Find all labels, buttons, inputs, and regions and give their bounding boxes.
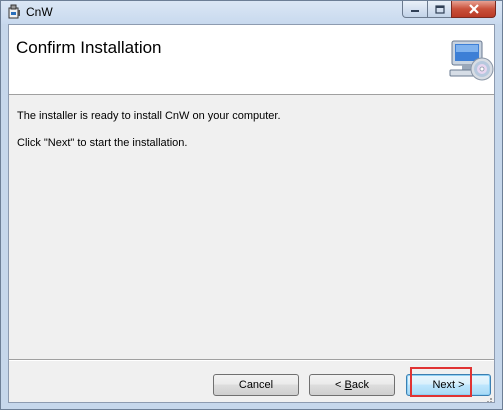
cancel-button[interactable]: Cancel	[213, 374, 299, 396]
next-arrow: >	[458, 379, 465, 391]
header-banner: Confirm Installation	[9, 25, 494, 95]
maximize-button[interactable]	[427, 1, 452, 18]
page-title: Confirm Installation	[16, 38, 162, 57]
close-icon	[468, 4, 479, 14]
window-title: CnW	[26, 5, 53, 19]
next-label: Next	[432, 379, 456, 391]
back-button[interactable]: < Back	[309, 374, 395, 396]
maximize-icon	[434, 4, 445, 14]
next-button[interactable]: Next >	[406, 374, 491, 396]
size-grip-icon[interactable]	[483, 391, 493, 402]
dialog-content: Confirm Installation The installer is re…	[8, 24, 495, 403]
title-bar[interactable]: CnW	[1, 1, 502, 24]
app-icon	[6, 4, 22, 20]
minimize-icon	[411, 10, 419, 12]
ready-message: The installer is ready to install CnW on…	[17, 110, 281, 122]
installer-window: CnW Confirm Installation The installer i…	[0, 0, 503, 410]
back-arrow: <	[335, 379, 342, 391]
instruction-message: Click "Next" to start the installation.	[17, 137, 188, 149]
minimize-button[interactable]	[402, 1, 428, 18]
cancel-label: Cancel	[238, 379, 274, 391]
back-label: ack	[351, 379, 369, 391]
close-button[interactable]	[451, 1, 496, 18]
footer-divider	[9, 359, 494, 361]
computer-cd-icon	[446, 37, 494, 85]
back-mnemonic: B	[344, 379, 352, 391]
